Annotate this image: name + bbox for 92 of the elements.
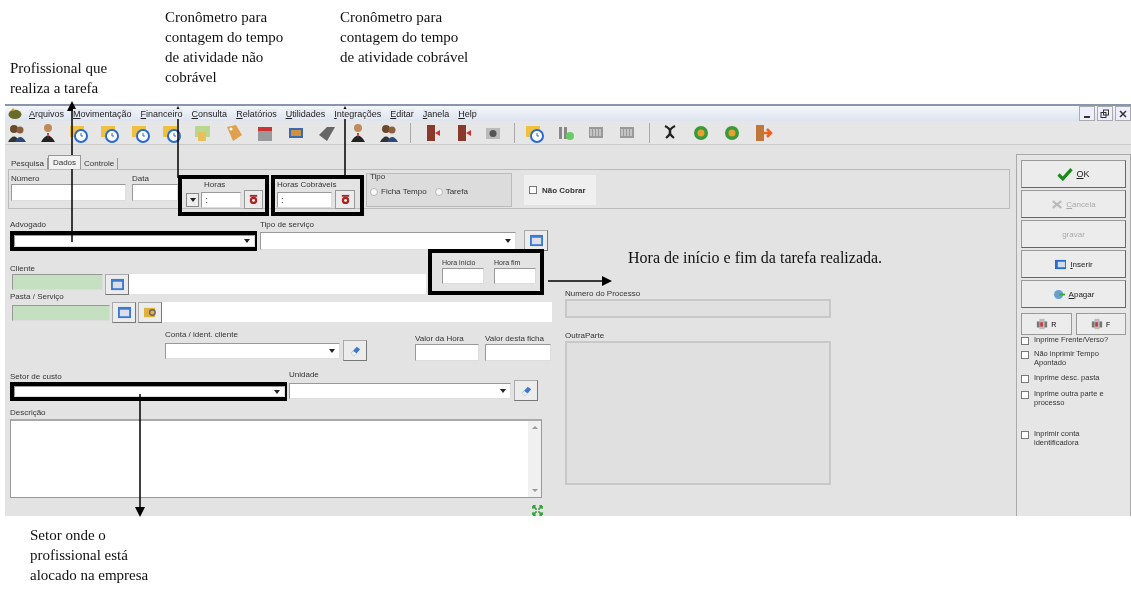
- menu-item[interactable]: Relatórios: [236, 108, 277, 119]
- menu-item[interactable]: Janela: [422, 108, 450, 119]
- window-icon: [109, 278, 125, 291]
- window-icon: [528, 234, 544, 247]
- annotation-text: Hora de início e fim da tarefa realizada.: [628, 248, 883, 268]
- menu-item[interactable]: Utilidades: [285, 108, 326, 119]
- field-label: Pasta / Serviço: [10, 291, 65, 302]
- cross-icon: [1051, 198, 1064, 210]
- input-field[interactable]: :: [201, 191, 241, 208]
- field-label: Numero do Processo: [565, 288, 642, 299]
- tab[interactable]: Dados: [47, 155, 82, 169]
- checkbox-option[interactable]: Não Cobrar: [529, 185, 586, 195]
- menu-item[interactable]: Consulta: [191, 108, 228, 119]
- radio-option[interactable]: Tarefa: [434, 187, 468, 196]
- lookup-button[interactable]: [524, 230, 548, 251]
- annotation-text: Cronômetro para contagem do tempo de atividade não cobrável: [165, 8, 285, 87]
- alarm-clock-icon: [247, 194, 259, 205]
- input-field[interactable]: [12, 305, 110, 321]
- exit-icon[interactable]: [753, 122, 773, 143]
- field-label: Tipo de serviço: [260, 219, 314, 230]
- restore-icon: [1100, 108, 1110, 119]
- window-icon: [1054, 258, 1068, 270]
- field-label: Número: [11, 173, 41, 184]
- globe-icon: [1052, 288, 1066, 300]
- annotation-text: Profissional que realiza a tarefa: [10, 59, 109, 98]
- menu-item[interactable]: Editar: [390, 108, 414, 119]
- eraser-icon: [519, 384, 533, 397]
- people-icon[interactable]: [7, 122, 27, 143]
- input-field[interactable]: [132, 184, 178, 201]
- input-field[interactable]: [485, 344, 551, 361]
- alarm-clock-icon: [339, 194, 351, 205]
- alarm-clock-button[interactable]: [335, 190, 355, 209]
- annotation-text: Setor onde o profissional está alocado na empresa: [30, 526, 150, 585]
- input-field[interactable]: :: [277, 191, 332, 208]
- person-icon[interactable]: [348, 122, 368, 143]
- field-label: Advogado: [10, 219, 48, 230]
- close-button[interactable]: [1115, 106, 1131, 121]
- input-field[interactable]: [129, 274, 426, 294]
- app-logo-icon: [7, 107, 23, 120]
- action-button[interactable]: OK: [1021, 160, 1126, 188]
- input-field[interactable]: [12, 274, 103, 290]
- caret-icon: [505, 238, 511, 243]
- check-icon: [1057, 167, 1074, 181]
- menu-item[interactable]: Movimentação: [73, 108, 132, 119]
- field-label: Horas Cobráveis: [277, 179, 338, 190]
- minimize-icon: [1084, 115, 1090, 118]
- group-label: Tipo: [370, 171, 386, 182]
- scrollbar[interactable]: [528, 421, 541, 497]
- action-button[interactable]: Apagar: [1021, 280, 1126, 308]
- field-label: Unidade: [289, 369, 320, 380]
- eraser-button[interactable]: [514, 380, 538, 401]
- folder-search-icon: [142, 306, 158, 319]
- input-field[interactable]: [11, 184, 126, 201]
- leader-arrow: [547, 276, 612, 286]
- window-icon: [116, 306, 132, 319]
- person-icon[interactable]: [38, 122, 58, 143]
- restore-button[interactable]: [1097, 106, 1113, 121]
- annotation-text: Cronômetro para contagem do tempo de atividade cobrável: [340, 8, 470, 67]
- eraser-button[interactable]: [343, 340, 367, 361]
- expand-icon[interactable]: [532, 505, 543, 516]
- input-field[interactable]: [494, 268, 536, 284]
- caret-icon: [274, 389, 280, 394]
- description-textarea[interactable]: [10, 419, 542, 498]
- field-label: OutraParte: [565, 330, 606, 341]
- folder-search-button[interactable]: [138, 302, 162, 323]
- action-button[interactable]: Inserir: [1021, 250, 1126, 278]
- field-label: Data: [132, 173, 150, 184]
- field-label: Valor da Hora: [415, 333, 465, 344]
- people-icon[interactable]: [379, 122, 399, 143]
- eraser-icon: [348, 344, 362, 357]
- caret-icon: [500, 388, 506, 393]
- menu-item[interactable]: Arquivos: [29, 108, 65, 119]
- field-label: Conta / ident. cliente: [165, 329, 239, 340]
- menu-item[interactable]: Financeiro: [140, 108, 183, 119]
- field-label: Horas: [204, 179, 227, 190]
- close-icon: [1118, 108, 1128, 119]
- input-field[interactable]: [442, 268, 484, 284]
- menu-item[interactable]: Help: [458, 108, 477, 119]
- radio-option[interactable]: Ficha Tempo: [370, 187, 427, 196]
- alarm-clock-button[interactable]: [243, 190, 263, 209]
- dropdown[interactable]: [260, 231, 516, 250]
- field-label: Setor de custo: [10, 371, 63, 382]
- field-label: Cliente: [10, 263, 36, 274]
- field-label: Valor desta ficha: [485, 333, 545, 344]
- dropdown-button[interactable]: [186, 192, 200, 207]
- caret-icon: [329, 348, 335, 353]
- caret-icon: [244, 238, 250, 243]
- field-label: Descrição: [10, 407, 47, 418]
- minimize-button[interactable]: [1079, 106, 1095, 121]
- input-field[interactable]: [415, 344, 479, 361]
- menu-item[interactable]: Integrações: [334, 108, 382, 119]
- input-field[interactable]: [162, 302, 552, 322]
